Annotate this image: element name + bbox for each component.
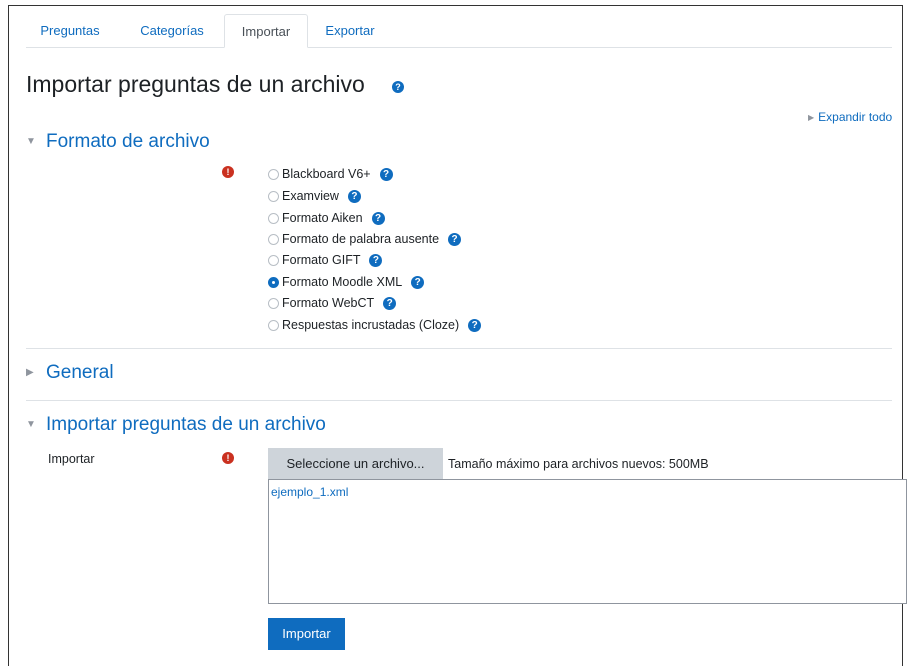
import-submit-button[interactable]: Importar bbox=[268, 618, 345, 650]
section-title-general: General bbox=[46, 362, 114, 383]
radio-option[interactable]: Formato de palabra ausente ? bbox=[268, 229, 462, 249]
radio-label: Formato GIFT bbox=[282, 253, 361, 267]
help-icon[interactable]: ? bbox=[369, 253, 383, 267]
required-icon: ! bbox=[222, 452, 234, 464]
radio-label: Respuestas incrustadas (Cloze) bbox=[282, 318, 460, 332]
radio-label: Examview bbox=[282, 189, 339, 203]
expand-all-link[interactable]: ▶ Expandir todo bbox=[808, 110, 892, 124]
radio-option[interactable]: Respuestas incrustadas (Cloze) ? bbox=[268, 315, 482, 335]
page-title: Importar preguntas de un archivo bbox=[26, 71, 365, 97]
radio-option[interactable]: Formato Aiken ? bbox=[268, 208, 385, 228]
help-icon[interactable]: ? bbox=[468, 318, 482, 332]
radio-label: Formato WebCT bbox=[282, 296, 375, 310]
radio-button[interactable] bbox=[268, 212, 279, 224]
tab-importar[interactable]: Importar bbox=[224, 14, 308, 48]
tab-exportar[interactable]: Exportar bbox=[311, 14, 389, 47]
field-label-importar: Importar bbox=[48, 452, 95, 466]
file-dropzone[interactable]: ejemplo_1.xml bbox=[268, 479, 907, 604]
section-divider bbox=[26, 348, 892, 349]
help-icon[interactable]: ? bbox=[371, 211, 385, 225]
help-icon[interactable]: ? bbox=[392, 81, 404, 93]
tab-preguntas[interactable]: Preguntas bbox=[26, 14, 114, 47]
radio-button[interactable] bbox=[268, 254, 279, 266]
section-title-importar: Importar preguntas de un archivo bbox=[46, 414, 326, 435]
radio-label: Blackboard V6+ bbox=[282, 167, 371, 181]
section-header-importar[interactable]: ▼ Importar preguntas de un archivo bbox=[26, 414, 326, 436]
help-icon[interactable]: ? bbox=[347, 189, 361, 203]
choose-file-button[interactable]: Seleccione un archivo... bbox=[268, 448, 443, 479]
tab-bar: Preguntas Categorías Importar Exportar bbox=[26, 14, 892, 48]
radio-button-checked[interactable] bbox=[268, 276, 279, 288]
caret-right-icon: ▶ bbox=[26, 367, 34, 378]
radio-button[interactable] bbox=[268, 168, 279, 180]
radio-option[interactable]: Formato WebCT ? bbox=[268, 293, 397, 313]
radio-button[interactable] bbox=[268, 233, 279, 245]
section-header-general[interactable]: ▶ General bbox=[26, 362, 114, 384]
caret-down-icon: ▼ bbox=[26, 136, 36, 147]
help-icon[interactable]: ? bbox=[411, 275, 425, 289]
expand-all-label: Expandir todo bbox=[818, 110, 893, 124]
radio-option[interactable]: Formato GIFT ? bbox=[268, 250, 383, 270]
radio-label: Formato Moodle XML bbox=[282, 275, 403, 289]
section-header-formato[interactable]: ▼ Formato de archivo bbox=[26, 131, 210, 153]
section-title-formato: Formato de archivo bbox=[46, 131, 210, 152]
help-icon[interactable]: ? bbox=[379, 167, 393, 181]
help-icon[interactable]: ? bbox=[448, 232, 462, 246]
max-file-size-text: Tamaño máximo para archivos nuevos: 500M… bbox=[448, 457, 709, 471]
radio-option[interactable]: Blackboard V6+ ? bbox=[268, 164, 393, 184]
caret-down-icon: ▼ bbox=[26, 419, 36, 430]
radio-button[interactable] bbox=[268, 319, 279, 331]
help-icon[interactable]: ? bbox=[383, 296, 397, 310]
radio-label: Formato Aiken bbox=[282, 211, 363, 225]
uploaded-file-link[interactable]: ejemplo_1.xml bbox=[271, 485, 348, 499]
radio-button[interactable] bbox=[268, 297, 279, 309]
radio-label: Formato de palabra ausente bbox=[282, 232, 440, 246]
radio-button[interactable] bbox=[268, 190, 279, 202]
tab-categorias[interactable]: Categorías bbox=[122, 14, 222, 47]
section-divider bbox=[26, 400, 892, 401]
required-icon: ! bbox=[222, 166, 234, 178]
radio-option[interactable]: Examview ? bbox=[268, 186, 361, 206]
caret-right-icon: ▶ bbox=[808, 113, 815, 122]
radio-option-selected[interactable]: Formato Moodle XML ? bbox=[268, 272, 425, 292]
